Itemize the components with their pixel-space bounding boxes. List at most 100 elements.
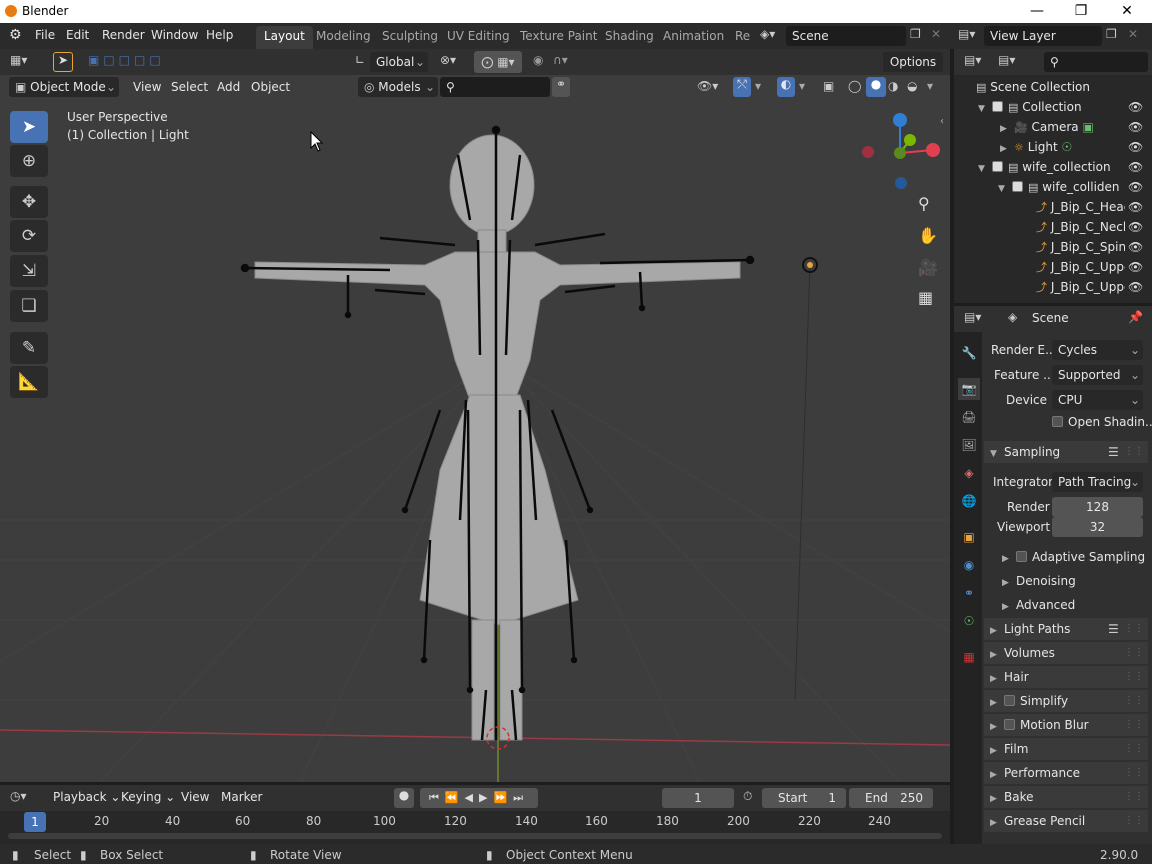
marker-menu[interactable]: Marker — [221, 790, 262, 804]
move-tool[interactable]: ✥ — [10, 186, 48, 218]
outliner-row-scene-collection[interactable]: ▤ Scene Collection — [976, 77, 1152, 97]
z-axis-icon[interactable] — [893, 113, 907, 127]
view-layer-icon[interactable]: ▤▾ — [958, 27, 975, 41]
viewport-search-input[interactable]: ⚲ — [440, 77, 550, 97]
pivot-point-icon[interactable]: ⊗▾ — [440, 53, 456, 67]
select-box-tool[interactable]: ➤ — [10, 111, 48, 143]
select-tool-icon[interactable]: ➤ — [53, 52, 73, 72]
outliner-row-bone[interactable]: ⤴ J_Bip_C_Spine — [1036, 237, 1125, 257]
tab-modeling[interactable]: Modeling — [308, 26, 379, 49]
output-tab-icon[interactable]: 🖨 — [958, 406, 980, 428]
viewport-menu-object[interactable]: Object — [251, 80, 290, 94]
ortho-grid-icon[interactable]: ▦ — [918, 288, 933, 307]
menu-file[interactable]: File — [35, 28, 55, 42]
motion-blur-panel[interactable]: ▶ Motion Blur ⋮⋮ — [984, 714, 1148, 736]
record-icon[interactable]: ● — [394, 788, 414, 808]
open-shading-language-checkbox[interactable]: Open Shadin... — [1052, 415, 1152, 429]
advanced-subpanel[interactable]: ▶ Advanced — [1002, 594, 1148, 616]
hair-panel[interactable]: ▶ Hair ⋮⋮ — [984, 666, 1148, 688]
blender-menu-icon[interactable]: ⚙ — [9, 27, 22, 43]
outliner-row-bone[interactable]: ⤴ J_Bip_C_Uppe — [1036, 257, 1125, 277]
presets-icon[interactable]: ☰ — [1108, 441, 1119, 463]
overlay-dropdown-icon[interactable]: ▾ — [799, 79, 805, 93]
eye-icon[interactable]: 👁 — [1128, 157, 1143, 177]
timeline-editor-icon[interactable]: ◷▾ — [10, 789, 27, 803]
rotate-tool[interactable]: ⟳ — [10, 220, 48, 252]
cursor-tool[interactable]: ⊕ — [10, 145, 48, 177]
tab-animation[interactable]: Animation — [655, 26, 732, 49]
volumes-panel[interactable]: ▶ Volumes ⋮⋮ — [984, 642, 1148, 664]
gizmo-toggle-icon[interactable]: ⤲ — [733, 77, 751, 97]
minimize-button[interactable]: — — [1014, 0, 1060, 23]
playback-controls[interactable]: ⏮⏪◀▶⏩⏭ — [420, 788, 538, 808]
eye-icon[interactable]: 👁 — [1128, 197, 1143, 217]
properties-editor-icon[interactable]: ▤▾ — [964, 310, 981, 324]
eye-icon[interactable]: 👁 — [1128, 177, 1143, 197]
pan-hand-icon[interactable]: ✋ — [918, 226, 938, 245]
film-panel[interactable]: ▶ Film ⋮⋮ — [984, 738, 1148, 760]
timeline-scrollbar[interactable] — [8, 833, 942, 839]
eye-icon[interactable]: 👁 — [1128, 217, 1143, 237]
models-filter-dropdown[interactable]: ◎ Models ⌄ — [358, 77, 438, 97]
sampling-panel-header[interactable]: ▼ Sampling ☰ ⋮⋮ — [984, 441, 1148, 463]
adaptive-sampling-subpanel[interactable]: ▶ Adaptive Sampling — [1002, 546, 1148, 568]
eye-icon[interactable]: 👁 — [1128, 137, 1143, 157]
light-paths-panel[interactable]: ▶ Light Paths ☰ ⋮⋮ — [984, 618, 1148, 640]
render-tab-icon[interactable]: 📷 — [958, 378, 980, 400]
camera-view-icon[interactable]: 🎥 — [918, 258, 938, 277]
texture-tab-icon[interactable]: ▦ — [958, 646, 980, 668]
link-icon[interactable]: ⚭ — [552, 77, 570, 97]
3d-viewport[interactable]: User Perspective (1) Collection | Light … — [0, 100, 950, 782]
viewport-menu-select[interactable]: Select — [171, 80, 208, 94]
remove-scene-icon[interactable]: ✕ — [931, 27, 941, 41]
render-samples-field[interactable]: 128 — [1052, 497, 1143, 517]
neg-z-axis-icon[interactable] — [895, 177, 907, 189]
simplify-panel[interactable]: ▶ Simplify ⋮⋮ — [984, 690, 1148, 712]
tab-texture-paint[interactable]: Texture Paint — [512, 26, 605, 49]
physics-tab-icon[interactable]: ◉ — [958, 554, 980, 576]
tab-uv-editing[interactable]: UV Editing — [439, 26, 518, 49]
falloff-icon[interactable]: ∩▾ — [553, 53, 568, 67]
camera-data-icon[interactable]: ▣ — [1082, 120, 1093, 134]
render-engine-dropdown[interactable]: Cycles ⌄ — [1052, 340, 1143, 360]
pin-icon[interactable]: 📌 — [1128, 310, 1143, 324]
editor-type-icon[interactable]: ▦▾ — [10, 53, 27, 67]
new-scene-icon[interactable]: ❐ — [910, 27, 921, 41]
device-dropdown[interactable]: CPU ⌄ — [1052, 390, 1143, 410]
scene-tab-icon[interactable]: ◈ — [958, 462, 980, 484]
integrator-dropdown[interactable]: Path Tracing ⌄ — [1052, 472, 1143, 492]
zoom-icon[interactable]: ⚲ — [918, 194, 930, 213]
x-axis-icon[interactable] — [926, 143, 940, 157]
tab-layout[interactable]: Layout — [256, 26, 313, 49]
navigation-gizmo[interactable] — [858, 110, 948, 200]
light-data-tab-icon[interactable]: ☉ — [958, 610, 980, 632]
light-data-icon[interactable]: ☉ — [1061, 140, 1072, 154]
eye-icon[interactable]: 👁 — [1128, 117, 1143, 137]
keying-menu[interactable]: Keying ⌄ — [121, 790, 175, 804]
neg-y-axis-icon[interactable] — [894, 147, 906, 159]
current-frame-field[interactable]: 1 — [662, 788, 734, 808]
tab-rendering[interactable]: Re — [727, 26, 750, 49]
object-tab-icon[interactable]: ▣ — [958, 526, 980, 548]
outliner-row-bone[interactable]: ⤴ J_Bip_C_Heac — [1036, 197, 1125, 217]
snap-icon[interactable]: ⨀ ▦▾ — [474, 51, 522, 73]
transform-tool[interactable]: ❏ — [10, 290, 48, 322]
transform-orientation-dropdown[interactable]: Global ⌄ — [370, 52, 428, 72]
solid-shading-icon[interactable]: ● — [866, 77, 886, 97]
outliner-search-input[interactable]: ⚲ — [1044, 52, 1148, 72]
playhead[interactable]: 1 — [24, 812, 46, 832]
grease-pencil-panel[interactable]: ▶ Grease Pencil ⋮⋮ — [984, 810, 1148, 832]
menu-render[interactable]: Render — [102, 28, 145, 42]
tab-sculpting[interactable]: Sculpting — [374, 26, 446, 49]
remove-view-layer-icon[interactable]: ✕ — [1128, 27, 1138, 41]
scene-selector[interactable]: Scene — [786, 26, 906, 46]
display-mode-icon[interactable]: ▤▾ — [998, 53, 1015, 67]
outliner-row-collection[interactable]: ▼ ▤ Collection — [978, 97, 1152, 117]
neg-x-axis-icon[interactable] — [862, 146, 874, 158]
scale-tool[interactable]: ⇲ — [10, 255, 48, 287]
constraints-tab-icon[interactable]: ⚭ — [958, 582, 980, 604]
material-shading-icon[interactable]: ◑ — [888, 79, 898, 93]
sidebar-toggle-icon[interactable]: ‹ — [940, 116, 944, 127]
tab-shading[interactable]: Shading — [597, 26, 662, 49]
outliner-row-wife-colliders[interactable]: ▼ ▤ wife_colliden — [998, 177, 1125, 197]
